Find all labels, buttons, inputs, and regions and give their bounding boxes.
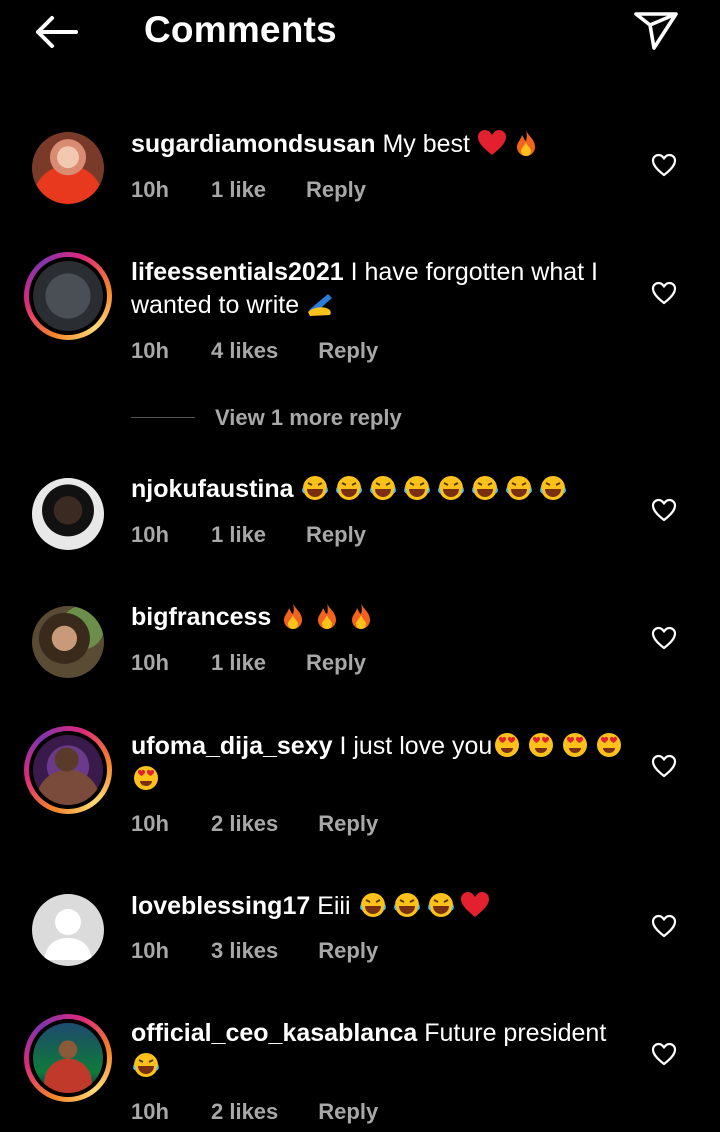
heart-eyes-emoji-icon — [563, 733, 588, 757]
fire-emoji-icon — [318, 603, 337, 629]
reply-button[interactable]: Reply — [318, 1098, 378, 1126]
comment-username[interactable]: official_ceo_kasablanca — [131, 1019, 417, 1047]
laughing-emoji-icon — [359, 893, 386, 917]
comment-likes[interactable]: 2 likes — [211, 810, 278, 838]
laughing-emoji-icon — [404, 476, 431, 500]
fire-emoji-icon — [516, 130, 535, 156]
laughing-emoji-icon — [393, 893, 420, 917]
fire-emoji-icon — [352, 603, 371, 629]
laughing-emoji-icon — [302, 476, 329, 500]
comment-username[interactable]: loveblessing17 — [131, 892, 310, 920]
paper-plane-icon — [634, 12, 678, 50]
header-bar: Comments — [0, 0, 720, 64]
avatar[interactable] — [24, 1014, 112, 1102]
laughing-emoji-icon — [427, 893, 454, 917]
reply-button[interactable]: Reply — [306, 649, 366, 677]
comment-username[interactable]: sugardiamondsusan — [131, 130, 376, 158]
writing-hand-emoji-icon — [308, 294, 333, 316]
arrow-left-icon — [36, 16, 78, 48]
comment-time: 10h — [131, 177, 169, 202]
like-heart-icon[interactable] — [651, 281, 677, 305]
comment-likes[interactable]: 1 like — [211, 649, 266, 677]
comment-meta: 10h 2 likes Reply — [131, 1098, 378, 1126]
laughing-emoji-icon — [540, 476, 567, 500]
heart-eyes-emoji-icon — [529, 733, 554, 757]
avatar[interactable] — [24, 252, 112, 340]
comment-meta: 10h 1 like Reply — [131, 649, 366, 677]
heart-emoji-icon — [477, 130, 506, 155]
laugh-emoji-row — [300, 475, 572, 503]
comment-meta: 10h 3 likes Reply — [131, 937, 378, 965]
like-heart-icon[interactable] — [651, 1042, 677, 1066]
reply-button[interactable]: Reply — [318, 810, 378, 838]
comment-meta: 10h 1 like Reply — [131, 176, 366, 204]
reply-button[interactable]: Reply — [306, 521, 366, 549]
like-heart-icon[interactable] — [651, 153, 677, 177]
comment-text: I just love you — [339, 732, 493, 760]
comment-meta: 10h 2 likes Reply — [131, 810, 378, 838]
page-title: Comments — [144, 9, 337, 50]
laughing-emoji-icon — [472, 476, 499, 500]
comment-meta: 10h 1 like Reply — [131, 521, 366, 549]
comment-likes[interactable]: 1 like — [211, 521, 266, 549]
like-heart-icon[interactable] — [651, 914, 677, 938]
comment-text: Future president — [424, 1019, 607, 1047]
back-button[interactable] — [30, 12, 82, 52]
comment-time: 10h — [131, 650, 169, 675]
laughing-emoji-icon — [336, 476, 363, 500]
heart-eyes-emoji-icon — [597, 733, 622, 757]
like-heart-icon[interactable] — [651, 754, 677, 778]
share-button[interactable] — [632, 8, 680, 52]
comment-time: 10h — [131, 522, 169, 547]
comment-text: My best — [382, 130, 470, 158]
heart-eyes-emoji-icon — [495, 733, 520, 757]
comment-likes[interactable]: 4 likes — [211, 337, 278, 365]
comment-username[interactable]: ufoma_dija_sexy — [131, 732, 333, 760]
heart-eyes-emoji-icon — [134, 766, 158, 790]
view-more-replies-label[interactable]: View 1 more reply — [215, 404, 402, 432]
laughing-emoji-icon — [133, 1053, 159, 1077]
avatar[interactable] — [24, 124, 112, 212]
fire-emoji-icon — [284, 603, 303, 629]
comment-time: 10h — [131, 938, 169, 963]
avatar[interactable] — [24, 470, 112, 558]
comment-time: 10h — [131, 1099, 169, 1124]
reply-button[interactable]: Reply — [318, 337, 378, 365]
laughing-emoji-icon — [506, 476, 533, 500]
comment-meta: 10h 4 likes Reply — [131, 337, 378, 365]
emoji-row — [358, 892, 494, 920]
heart-emoji-icon — [460, 892, 489, 917]
reply-button[interactable]: Reply — [306, 176, 366, 204]
comment-time: 10h — [131, 811, 169, 836]
comment-likes[interactable]: 3 likes — [211, 937, 278, 965]
comment-likes[interactable]: 1 like — [211, 176, 266, 204]
default-user-icon — [44, 909, 92, 960]
comment-text: Eiii — [317, 892, 351, 920]
comment-username[interactable]: njokufaustina — [131, 475, 294, 503]
comment-time: 10h — [131, 338, 169, 363]
avatar[interactable] — [24, 598, 112, 686]
divider-line — [131, 417, 195, 418]
comment-username[interactable]: bigfrancess — [131, 603, 271, 631]
like-heart-icon[interactable] — [651, 498, 677, 522]
like-heart-icon[interactable] — [651, 626, 677, 650]
avatar[interactable] — [24, 726, 112, 814]
comment-likes[interactable]: 2 likes — [211, 1098, 278, 1126]
reply-button[interactable]: Reply — [318, 937, 378, 965]
comment-username[interactable]: lifeessentials2021 — [131, 258, 344, 286]
laughing-emoji-icon — [370, 476, 397, 500]
avatar[interactable] — [24, 886, 112, 974]
laughing-emoji-icon — [438, 476, 465, 500]
fire-emoji-row — [278, 603, 380, 631]
